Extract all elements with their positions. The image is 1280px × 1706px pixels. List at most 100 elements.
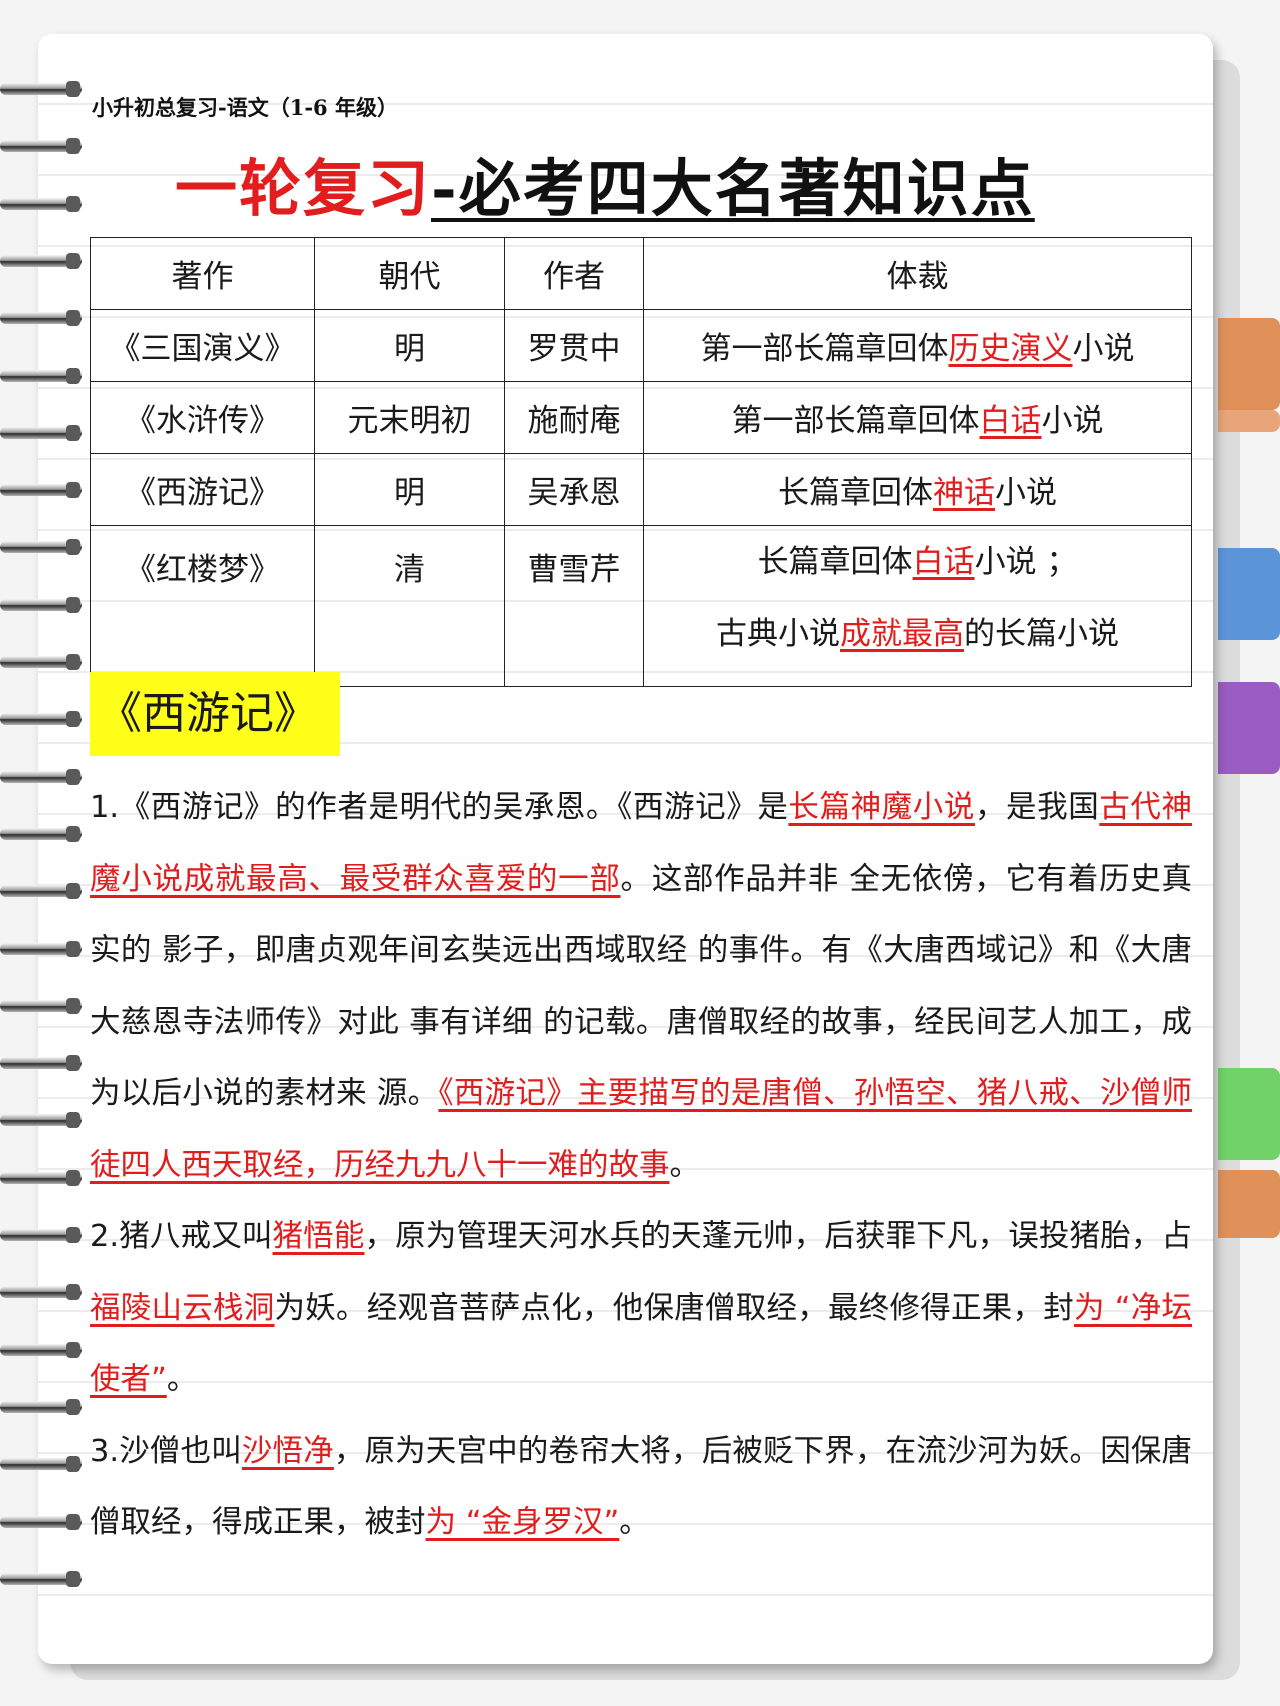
ring-hole — [66, 940, 80, 957]
header-genre: 体裁 — [643, 237, 1192, 310]
key-point-text: 为 “金身罗汉” — [425, 1505, 620, 1540]
index-tab-orange-1[interactable] — [1218, 318, 1280, 410]
ring-hole — [66, 1570, 80, 1587]
text-segment: 第一部长篇章回体 — [731, 403, 980, 439]
text-segment: 小说 — [1072, 331, 1135, 367]
ring-hole — [66, 310, 80, 327]
binding-ring — [0, 367, 82, 385]
cell-genre: 第一部长篇章回体历史演义小说 — [643, 309, 1192, 382]
highlighted-text: 神话 — [933, 475, 995, 511]
binding-ring — [0, 424, 82, 442]
binding-ring — [0, 940, 82, 958]
index-tab-orange-2[interactable] — [1218, 410, 1280, 432]
text-segment: 小说 — [1041, 403, 1104, 439]
cell-dynasty: 明 — [314, 453, 505, 526]
table-header-row: 著作 朝代 作者 体裁 — [90, 237, 1192, 310]
index-tab-orange-3[interactable] — [1218, 1170, 1280, 1238]
header-author: 作者 — [504, 237, 644, 310]
highlighted-text: 白话 — [912, 544, 975, 580]
index-tab-green[interactable] — [1218, 1068, 1280, 1160]
cell-work: 《三国演义》 — [90, 309, 315, 382]
binding-ring — [0, 481, 82, 499]
header-work: 著作 — [90, 237, 315, 310]
cell-work: 《水浒传》 — [90, 381, 315, 454]
ring-hole — [66, 997, 80, 1014]
binding-ring — [0, 997, 82, 1015]
table-row: 《西游记》明吴承恩 长篇章回体神话小说 — [90, 453, 1192, 526]
text-segment: 3.沙僧也叫 — [90, 1433, 242, 1469]
table-row: 《三国演义》明罗贯中 第一部长篇章回体历史演义小说 — [90, 309, 1192, 382]
ring-hole — [66, 367, 80, 384]
ring-hole — [66, 252, 80, 269]
cell-dynasty: 元末明初 — [314, 381, 505, 454]
text-segment: 第一部长篇章回体 — [700, 331, 949, 367]
cell-genre: 第一部长篇章回体白话小说 — [643, 381, 1192, 454]
text-segment: ，是我国 — [974, 790, 1100, 825]
text-segment: 古典小说 — [716, 616, 840, 652]
highlighted-text: 成就最高 — [840, 616, 964, 652]
index-tab-purple[interactable] — [1218, 682, 1280, 774]
table-row: 《红楼梦》清曹雪芹 长篇章回体白话小说 ；古典小说成就最高的长篇小说 — [90, 525, 1192, 687]
cell-author: 罗贯中 — [504, 309, 644, 382]
text-segment: 的长篇小说 — [964, 616, 1119, 652]
ring-hole — [66, 1284, 80, 1301]
title-black-part: -必考四大名著知识点 — [431, 152, 1035, 225]
key-point-text: 长篇神魔小说 — [788, 790, 975, 825]
binding-ring — [0, 1513, 82, 1531]
page-title: 一轮复习-必考四大名著知识点 — [175, 138, 1035, 228]
ring-hole — [66, 482, 80, 499]
table-row: 《水浒传》 元末明初 施耐庵 第一部长篇章回体白话小说 — [90, 381, 1192, 454]
text-segment: 1.《西游记》的作者是明代的吴承恩。《西游记》是 — [90, 790, 789, 825]
text-segment: 。这部作品并非 全无依傍，它有着历史真实的 影子，即唐贞观年间玄奘远出西域取经 … — [90, 861, 1192, 1112]
binding-ring — [0, 137, 82, 155]
binding-ring — [0, 882, 82, 900]
binding-ring — [0, 596, 82, 614]
cell-author: 施耐庵 — [504, 381, 644, 454]
ring-hole — [66, 1055, 80, 1072]
ring-hole — [66, 711, 80, 728]
highlighted-text: 白话 — [979, 403, 1042, 439]
binding-ring — [0, 1283, 82, 1301]
binding-ring — [0, 1341, 82, 1359]
key-point-text: 猪悟能 — [272, 1219, 365, 1254]
binding-ring — [0, 538, 82, 556]
binding-ring — [0, 768, 82, 786]
paragraph: 1.《西游记》的作者是明代的吴承恩。《西游记》是长篇神魔小说，是我国古代神魔小说… — [90, 772, 1192, 1201]
paragraph: 3.沙僧也叫沙悟净，原为天宫中的卷帘大将，后被贬下界，在流沙河为妖。因保唐僧取经… — [90, 1416, 1192, 1559]
binding-ring — [0, 252, 82, 270]
ring-hole — [66, 1227, 80, 1243]
index-tab-blue[interactable] — [1218, 548, 1280, 640]
binding-ring — [0, 1169, 82, 1187]
binding-ring — [0, 710, 82, 728]
key-point-text: 沙悟净 — [241, 1433, 334, 1469]
ring-hole — [66, 596, 80, 613]
paragraph: 2.猪八戒又叫猪悟能，原为管理天河水兵的天蓬元帅，后获罪下凡，误投猪胎，占福陵山… — [90, 1201, 1192, 1416]
page-subtitle: 小升初总复习-语文（1-6 年级） — [92, 95, 398, 120]
ring-hole — [66, 654, 80, 670]
spiral-binding — [0, 80, 90, 1640]
classics-table: 著作 朝代 作者 体裁 《三国演义》明 罗贯中 第一部长篇章回体历史演义小说《水浒传… — [90, 237, 1192, 687]
binding-ring — [0, 825, 82, 843]
cell-genre: 长篇章回体白话小说 ；古典小说成就最高的长篇小说 — [643, 525, 1192, 687]
ring-hole — [66, 1169, 80, 1186]
binding-ring — [0, 1455, 82, 1473]
text-segment: 小说 — [995, 475, 1057, 511]
genre-line: 古典小说成就最高的长篇小说 — [644, 598, 1191, 670]
ring-hole — [66, 195, 80, 212]
binding-ring — [0, 653, 82, 671]
text-segment: 为妖。经观音菩萨点化，他保唐僧取经，最终修得正果，封 — [274, 1290, 1075, 1326]
text-segment: 长篇章回体 — [757, 544, 913, 580]
ring-hole — [66, 1398, 80, 1415]
binding-ring — [0, 309, 82, 327]
ring-hole — [66, 883, 80, 900]
ring-hole — [66, 539, 80, 556]
text-segment: ，原为管理天河水兵的天蓬元帅，后获罪下凡，误投猪胎，占 — [364, 1219, 1193, 1254]
genre-line: 长篇章回体白话小说 ； — [644, 526, 1191, 598]
binding-ring — [0, 80, 82, 98]
cell-work: 《西游记》 — [90, 453, 315, 526]
cell-author: 曹雪芹 — [504, 525, 644, 687]
text-segment: 小说 ； — [974, 544, 1078, 580]
ring-hole — [66, 768, 80, 785]
ring-hole — [66, 1456, 80, 1473]
ring-hole — [66, 1112, 80, 1129]
